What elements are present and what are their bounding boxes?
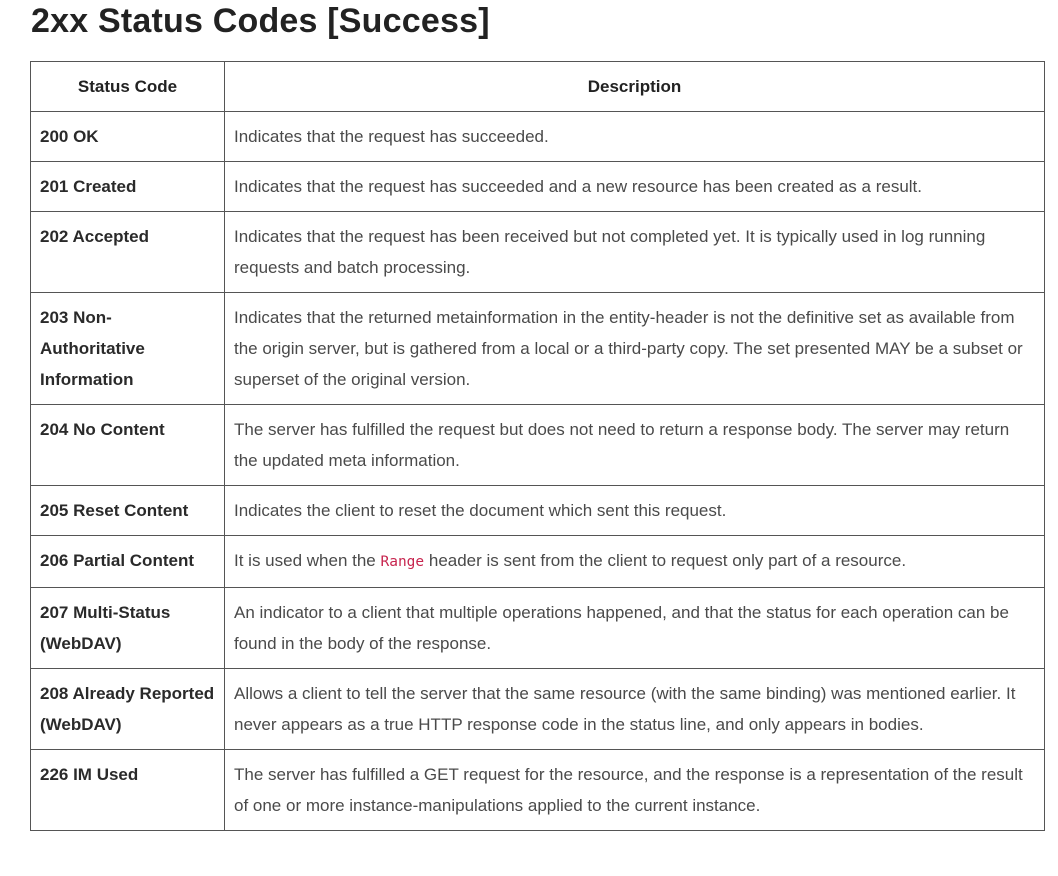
description-text-after: header is sent from the client to reques…	[424, 551, 907, 570]
status-code-cell: 205 Reset Content	[30, 485, 225, 536]
table-header-row: Status Code Description	[30, 61, 1045, 112]
table-row: 201 Created Indicates that the request h…	[30, 161, 1045, 212]
page-title: 2xx Status Codes [Success]	[31, 2, 490, 40]
description-cell: Indicates the client to reset the docume…	[224, 485, 1045, 536]
description-cell: An indicator to a client that multiple o…	[224, 587, 1045, 669]
table-row: 205 Reset Content Indicates the client t…	[30, 485, 1045, 536]
column-header-description: Description	[224, 61, 1045, 112]
status-code-cell: 207 Multi-Status (WebDAV)	[30, 587, 225, 669]
description-cell: Allows a client to tell the server that …	[224, 668, 1045, 750]
table-row: 202 Accepted Indicates that the request …	[30, 211, 1045, 293]
column-header-status-code: Status Code	[30, 61, 225, 112]
table-row: 206 Partial Content It is used when the …	[30, 535, 1045, 588]
description-cell: Indicates that the request has been rece…	[224, 211, 1045, 293]
description-cell: Indicates that the request has succeeded…	[224, 111, 1045, 162]
table-row: 208 Already Reported (WebDAV) Allows a c…	[30, 668, 1045, 750]
description-text-before: It is used when the	[234, 551, 381, 570]
table-row: 204 No Content The server has fulfilled …	[30, 404, 1045, 486]
status-code-cell: 200 OK	[30, 111, 225, 162]
table-row: 207 Multi-Status (WebDAV) An indicator t…	[30, 587, 1045, 669]
status-code-cell: 206 Partial Content	[30, 535, 225, 588]
description-cell: Indicates that the returned metainformat…	[224, 292, 1045, 405]
description-cell: Indicates that the request has succeeded…	[224, 161, 1045, 212]
table-row: 200 OK Indicates that the request has su…	[30, 111, 1045, 162]
status-code-cell: 202 Accepted	[30, 211, 225, 293]
table-row: 226 IM Used The server has fulfilled a G…	[30, 749, 1045, 831]
status-code-cell: 226 IM Used	[30, 749, 225, 831]
inline-code-range: Range	[380, 554, 425, 570]
description-cell: The server has fulfilled the request but…	[224, 404, 1045, 486]
status-codes-table: Status Code Description 200 OK Indicates…	[30, 61, 1045, 831]
status-code-cell: 204 No Content	[30, 404, 225, 486]
status-code-cell: 203 Non-Authoritative Information	[30, 292, 225, 405]
status-code-cell: 201 Created	[30, 161, 225, 212]
description-cell: It is used when the Range header is sent…	[224, 535, 1045, 588]
status-code-cell: 208 Already Reported (WebDAV)	[30, 668, 225, 750]
description-cell: The server has fulfilled a GET request f…	[224, 749, 1045, 831]
table-row: 203 Non-Authoritative Information Indica…	[30, 292, 1045, 405]
